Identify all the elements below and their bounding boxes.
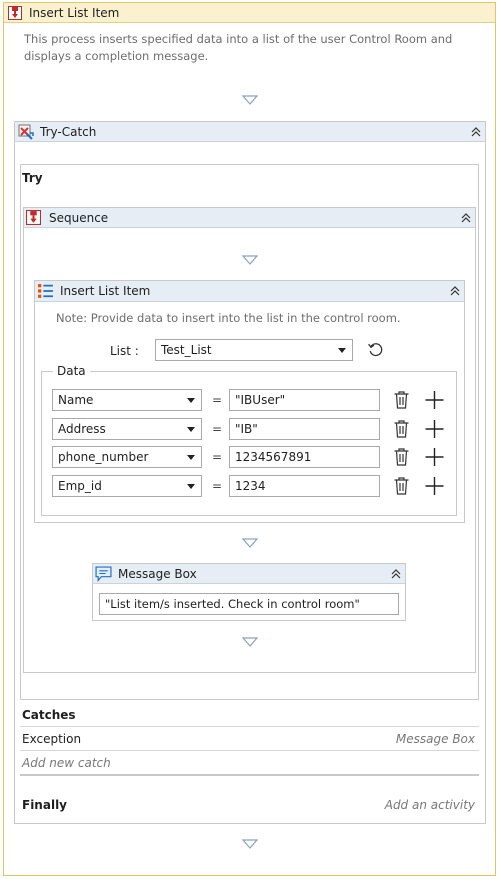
chevron-down-icon xyxy=(187,427,195,432)
try-label: Try xyxy=(22,171,43,185)
data-field-value: phone_number xyxy=(58,450,149,464)
data-field-value: Name xyxy=(58,393,94,407)
message-box-icon xyxy=(95,566,112,582)
sequence-title: Sequence xyxy=(49,211,109,225)
data-field-value: Emp_id xyxy=(58,479,102,493)
plus-icon[interactable] xyxy=(425,448,444,466)
list-label: List : xyxy=(110,344,139,358)
collapse-icon[interactable] xyxy=(469,125,483,139)
divider xyxy=(20,774,479,776)
finally-label: Finally xyxy=(22,798,67,812)
chevron-down-icon xyxy=(338,348,346,353)
insert-list-item-note: Note: Provide data to insert into the li… xyxy=(56,311,401,325)
data-value-input[interactable]: 1234 xyxy=(229,475,380,497)
add-activity-link[interactable]: Add an activity xyxy=(385,798,475,812)
sequence-icon xyxy=(8,6,22,23)
data-value-input[interactable]: 1234567891 xyxy=(229,446,380,468)
trash-icon[interactable] xyxy=(393,477,410,495)
list-icon xyxy=(37,283,54,303)
flow-arrow-icon xyxy=(242,95,258,105)
collapse-icon[interactable] xyxy=(389,567,403,581)
data-field-select[interactable]: phone_number xyxy=(52,446,202,468)
trash-icon[interactable] xyxy=(393,391,410,409)
plus-icon[interactable] xyxy=(425,477,444,495)
catches-label: Catches xyxy=(22,708,76,722)
divider xyxy=(20,750,479,751)
flow-arrow-icon xyxy=(242,839,258,849)
data-field-value: Address xyxy=(58,422,106,436)
data-field-select[interactable]: Emp_id xyxy=(52,475,202,497)
chevron-down-icon xyxy=(187,398,195,403)
collapse-icon[interactable] xyxy=(459,211,473,225)
data-group-label: Data xyxy=(53,364,90,378)
equals-sign: = xyxy=(212,479,223,493)
refresh-icon[interactable] xyxy=(367,341,384,358)
chevron-down-icon xyxy=(187,455,195,460)
trash-icon[interactable] xyxy=(393,420,410,438)
plus-icon[interactable] xyxy=(425,391,444,409)
exception-label[interactable]: Exception xyxy=(22,732,81,746)
exception-action[interactable]: Message Box xyxy=(396,732,475,746)
list-select-value: Test_List xyxy=(161,343,212,357)
collapse-icon[interactable] xyxy=(448,284,462,298)
flow-arrow-icon xyxy=(242,538,258,548)
chevron-down-icon xyxy=(187,484,195,489)
data-field-select[interactable]: Name xyxy=(52,389,202,411)
divider xyxy=(20,726,479,727)
message-box-title: Message Box xyxy=(118,567,197,581)
equals-sign: = xyxy=(212,450,223,464)
outer-activity-description: This process inserts specified data into… xyxy=(24,32,453,63)
message-text-input[interactable]: "List item/s inserted. Check in control … xyxy=(99,593,399,615)
data-value-input[interactable]: "IBUser" xyxy=(229,389,380,411)
insert-list-item-title: Insert List Item xyxy=(60,284,151,298)
equals-sign: = xyxy=(212,422,223,436)
add-new-catch-link[interactable]: Add new catch xyxy=(22,756,111,770)
outer-activity-title: Insert List Item xyxy=(29,6,120,20)
try-catch-icon xyxy=(18,124,34,143)
data-value-input[interactable]: "IB" xyxy=(229,418,380,440)
list-select[interactable]: Test_List xyxy=(155,339,353,361)
data-field-select[interactable]: Address xyxy=(52,418,202,440)
flow-arrow-icon xyxy=(242,255,258,265)
equals-sign: = xyxy=(212,393,223,407)
plus-icon[interactable] xyxy=(425,420,444,438)
try-catch-title: Try-Catch xyxy=(40,125,97,139)
trash-icon[interactable] xyxy=(393,448,410,466)
flow-arrow-icon xyxy=(242,637,258,647)
sequence-icon xyxy=(26,210,41,228)
